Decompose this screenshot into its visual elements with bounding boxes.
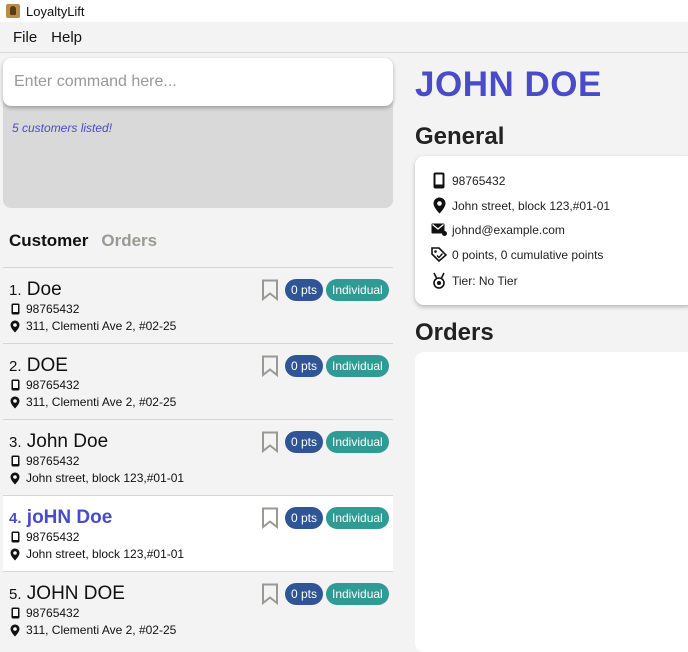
left-pane: 5 customers listed! Customer Orders 1. D…: [0, 53, 400, 650]
bookmark-icon[interactable]: [261, 431, 279, 453]
detail-address: John street, block 123,#01-01: [430, 197, 610, 214]
points-badge: 0 pts: [285, 583, 324, 605]
tab-bar: Customer Orders: [9, 231, 157, 251]
location-pin-icon: [9, 320, 21, 333]
location-pin-icon: [9, 472, 21, 485]
customer-phone: 98765432: [9, 378, 79, 392]
detail-phone: 98765432: [430, 172, 505, 189]
window-title: LoyaltyLift: [26, 3, 85, 19]
detail-customer-name: JOHN DOE: [415, 65, 602, 104]
points-badge: 0 pts: [285, 431, 324, 453]
detail-tier: Tier: No Tier: [430, 272, 518, 289]
general-section-title: General: [415, 123, 505, 150]
customer-address: John street, block 123,#01-01: [9, 471, 184, 485]
command-input[interactable]: [3, 58, 393, 106]
customer-name: 3. John Doe: [9, 431, 109, 452]
app-icon: [6, 4, 20, 18]
customer-name: 1. Doe: [9, 279, 62, 300]
menu-bar: File Help: [0, 22, 688, 53]
medal-icon: [430, 272, 448, 289]
customer-name: 2. DOE: [9, 355, 68, 376]
tab-orders[interactable]: Orders: [101, 231, 157, 251]
customer-address: 311, Clementi Ave 2, #02-25: [9, 623, 176, 637]
tier-badge: Individual: [326, 279, 389, 301]
customer-card[interactable]: 1. Doe 0 pts Individual 98765432 311, Cl…: [3, 267, 393, 343]
phone-icon: [9, 607, 21, 619]
points-badge: 0 pts: [285, 279, 324, 301]
menu-help[interactable]: Help: [44, 25, 89, 50]
customer-phone: 98765432: [9, 302, 79, 316]
command-result: 5 customers listed!: [12, 121, 113, 135]
phone-icon: [9, 531, 21, 543]
orders-panel: [415, 352, 688, 652]
bookmark-icon[interactable]: [261, 355, 279, 377]
customer-card-selected[interactable]: 4. joHN Doe 0 pts Individual 98765432 Jo…: [3, 495, 393, 571]
bookmark-icon[interactable]: [261, 507, 279, 529]
general-info-card: 98765432 John street, block 123,#01-01 j…: [415, 156, 688, 305]
phone-icon: [9, 455, 21, 467]
location-pin-icon: [9, 548, 21, 561]
command-area: 5 customers listed!: [3, 58, 393, 208]
customer-list: 1. Doe 0 pts Individual 98765432 311, Cl…: [3, 267, 393, 647]
phone-icon: [430, 172, 448, 189]
customer-address: 311, Clementi Ave 2, #02-25: [9, 395, 176, 409]
title-bar: LoyaltyLift: [0, 0, 688, 22]
tab-customer[interactable]: Customer: [9, 231, 88, 251]
points-tag-icon: [430, 247, 448, 262]
orders-section-title: Orders: [415, 319, 494, 346]
phone-icon: [9, 303, 21, 315]
points-badge: 0 pts: [285, 507, 324, 529]
customer-name: 5. JOHN DOE: [9, 583, 125, 604]
tier-badge: Individual: [326, 355, 389, 377]
customer-card[interactable]: 5. JOHN DOE 0 pts Individual 98765432 31…: [3, 571, 393, 647]
tier-badge: Individual: [326, 507, 389, 529]
location-pin-icon: [9, 624, 21, 637]
customer-name: 4. joHN Doe: [9, 507, 113, 528]
customer-card[interactable]: 2. DOE 0 pts Individual 98765432 311, Cl…: [3, 343, 393, 419]
location-pin-icon: [9, 396, 21, 409]
phone-icon: [9, 379, 21, 391]
customer-address: 311, Clementi Ave 2, #02-25: [9, 319, 176, 333]
bookmark-icon[interactable]: [261, 279, 279, 301]
tier-badge: Individual: [326, 431, 389, 453]
points-badge: 0 pts: [285, 355, 324, 377]
tier-badge: Individual: [326, 583, 389, 605]
detail-email: johnd@example.com: [430, 222, 565, 237]
email-icon: [430, 222, 448, 237]
detail-pane: JOHN DOE General 98765432 John street, b…: [400, 53, 688, 652]
detail-points: 0 points, 0 cumulative points: [430, 247, 603, 262]
customer-phone: 98765432: [9, 530, 79, 544]
location-pin-icon: [430, 197, 448, 214]
customer-phone: 98765432: [9, 454, 79, 468]
customer-phone: 98765432: [9, 606, 79, 620]
bookmark-icon[interactable]: [261, 583, 279, 605]
customer-address: John street, block 123,#01-01: [9, 547, 184, 561]
customer-card[interactable]: 3. John Doe 0 pts Individual 98765432 Jo…: [3, 419, 393, 495]
menu-file[interactable]: File: [6, 25, 44, 50]
